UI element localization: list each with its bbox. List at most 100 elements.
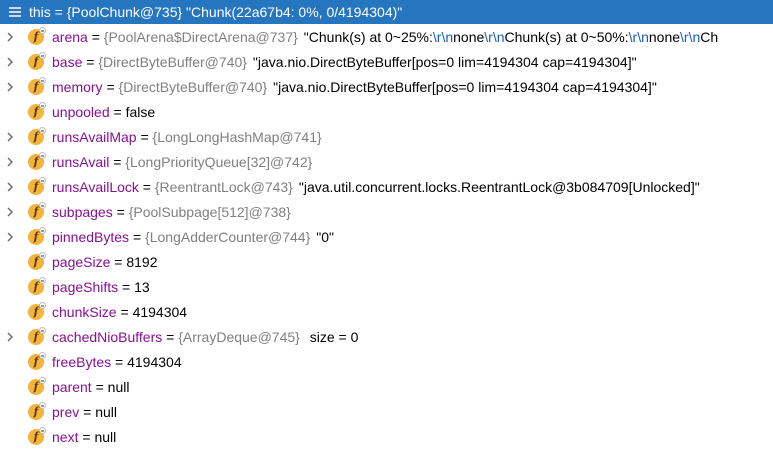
variable-row-runsAvailMap[interactable]: f runsAvailMap = {LongLongHashMap@741} — [0, 124, 773, 149]
field-icon: f — [28, 426, 48, 447]
variable-row-chunkSize[interactable]: f chunkSize = 4194304 — [0, 299, 773, 324]
field-name: pageShifts — [52, 278, 119, 295]
field-icon: f — [28, 51, 48, 72]
field-icon: f — [28, 401, 48, 422]
fields-list-icon — [9, 6, 21, 18]
field-name: chunkSize — [52, 303, 117, 320]
field-value: size = 0 — [305, 328, 359, 345]
escape-sequence: \r\n — [484, 28, 505, 45]
object-reference: {LongLongHashMap@741} — [152, 128, 322, 145]
variable-row-unpooled[interactable]: f unpooled = false — [0, 99, 773, 124]
chevron-right-icon[interactable] — [0, 199, 20, 224]
field-icon: f — [28, 301, 48, 322]
variable-row-cachedNioBuffers[interactable]: f cachedNioBuffers = {ArrayDeque@745} siz… — [0, 324, 773, 349]
variable-row-pinnedBytes[interactable]: f pinnedBytes = {LongAdderCounter@744} "0" — [0, 224, 773, 249]
field-name: cachedNioBuffers — [52, 328, 163, 345]
lock-icon — [39, 326, 46, 334]
field-name: runsAvailMap — [52, 128, 137, 145]
field-name: prev — [52, 403, 80, 420]
chevron-right-icon[interactable] — [0, 74, 20, 99]
lock-icon — [39, 301, 46, 309]
chevron-right-icon[interactable] — [0, 124, 20, 149]
variable-row-subpages[interactable]: f subpages = {PoolSubpage[512]@738} — [0, 199, 773, 224]
field-icon: f — [28, 76, 48, 97]
variable-row-runsAvailLock[interactable]: f runsAvailLock = {ReentrantLock@743} "jav… — [0, 174, 773, 199]
field-value: 13 — [134, 278, 150, 295]
chevron-right-icon[interactable] — [0, 324, 20, 349]
field-value: false — [125, 103, 156, 120]
field-name: runsAvail — [52, 153, 110, 170]
chevron-right-icon[interactable] — [0, 149, 20, 174]
field-value: "java.nio.DirectByteBuffer[pos=0 lim=419… — [273, 78, 657, 95]
lock-icon — [39, 51, 46, 59]
field-icon: f — [28, 251, 48, 272]
variable-row-arena[interactable]: f arena = {PoolArena$DirectArena@737} "Chu… — [0, 24, 773, 49]
field-name: pinnedBytes — [52, 228, 130, 245]
field-name: freeBytes — [52, 353, 112, 370]
escape-sequence: \r\n — [432, 28, 454, 45]
field-icon: f — [28, 201, 48, 222]
chevron-right-icon[interactable] — [0, 174, 20, 199]
equals-sign: = — [110, 253, 127, 270]
equals-sign: = — [78, 428, 95, 445]
field-name: unpooled — [52, 103, 110, 120]
equals-sign: = — [87, 28, 104, 45]
variable-row-pageShifts[interactable]: f pageShifts = 13 — [0, 274, 773, 299]
field-name: arena — [52, 28, 88, 45]
field-value: 4194304 — [132, 303, 188, 320]
object-reference: {DirectByteBuffer@740} — [118, 78, 268, 95]
variable-row-prev[interactable]: f prev = null — [0, 399, 773, 424]
equals-sign: = — [109, 153, 126, 170]
field-name: subpages — [52, 203, 113, 220]
lock-icon — [39, 401, 46, 409]
field-value: "java.nio.DirectByteBuffer[pos=0 lim=419… — [252, 53, 637, 70]
object-reference: {PoolArena$DirectArena@737} — [103, 28, 298, 45]
variable-row-base[interactable]: f base = {DirectByteBuffer@740} "java.nio.… — [0, 49, 773, 74]
lock-icon — [39, 126, 46, 134]
root-variable-label: this = {PoolChunk@735} "Chunk(22a67b4: 0… — [29, 4, 403, 20]
lock-icon — [39, 176, 46, 184]
field-icon: f — [28, 176, 48, 197]
variable-row-freeBytes[interactable]: f freeBytes = 4194304 — [0, 349, 773, 374]
equals-sign: = — [136, 128, 153, 145]
value-text: Chunk(s) at 0~50%: — [504, 28, 629, 45]
field-value: null — [94, 428, 117, 445]
field-value: "0" — [316, 228, 334, 245]
lock-icon — [39, 276, 46, 284]
field-icon: f — [28, 101, 48, 122]
equals-sign: = — [112, 203, 129, 220]
field-value: null — [107, 378, 130, 395]
lock-icon — [39, 201, 46, 209]
field-name: memory — [52, 78, 103, 95]
expand-placeholder — [0, 274, 20, 299]
variable-row-next[interactable]: f next = null — [0, 424, 773, 449]
field-icon: f — [28, 276, 48, 297]
debugger-root-row[interactable]: this = {PoolChunk@735} "Chunk(22a67b4: 0… — [0, 0, 773, 24]
field-icon: f — [28, 126, 48, 147]
field-icon: f — [28, 351, 48, 372]
field-icon: f — [28, 376, 48, 397]
variable-row-memory[interactable]: f memory = {DirectByteBuffer@740} "java.ni… — [0, 74, 773, 99]
variable-row-runsAvail[interactable]: f runsAvail = {LongPriorityQueue[32]@742} — [0, 149, 773, 174]
variable-row-pageSize[interactable]: f pageSize = 8192 — [0, 249, 773, 274]
equals-sign: = — [91, 378, 108, 395]
equals-sign: = — [138, 178, 155, 195]
variable-row-parent[interactable]: f parent = null — [0, 374, 773, 399]
field-name: next — [52, 428, 79, 445]
field-icon: f — [28, 151, 48, 172]
field-name: parent — [52, 378, 92, 395]
equals-sign: = — [129, 228, 146, 245]
equals-sign: = — [79, 403, 96, 420]
field-name: runsAvailLock — [52, 178, 139, 195]
lock-icon — [39, 351, 46, 359]
equals-sign: = — [109, 103, 126, 120]
value-text: none — [453, 28, 485, 45]
lock-icon — [39, 26, 46, 34]
expand-placeholder — [0, 299, 20, 324]
chevron-right-icon[interactable] — [0, 224, 20, 249]
chevron-right-icon[interactable] — [0, 49, 20, 74]
field-icon: f — [28, 326, 48, 347]
chevron-right-icon[interactable] — [0, 24, 20, 49]
object-reference: {LongAdderCounter@744} — [145, 228, 311, 245]
field-value: 8192 — [126, 253, 158, 270]
